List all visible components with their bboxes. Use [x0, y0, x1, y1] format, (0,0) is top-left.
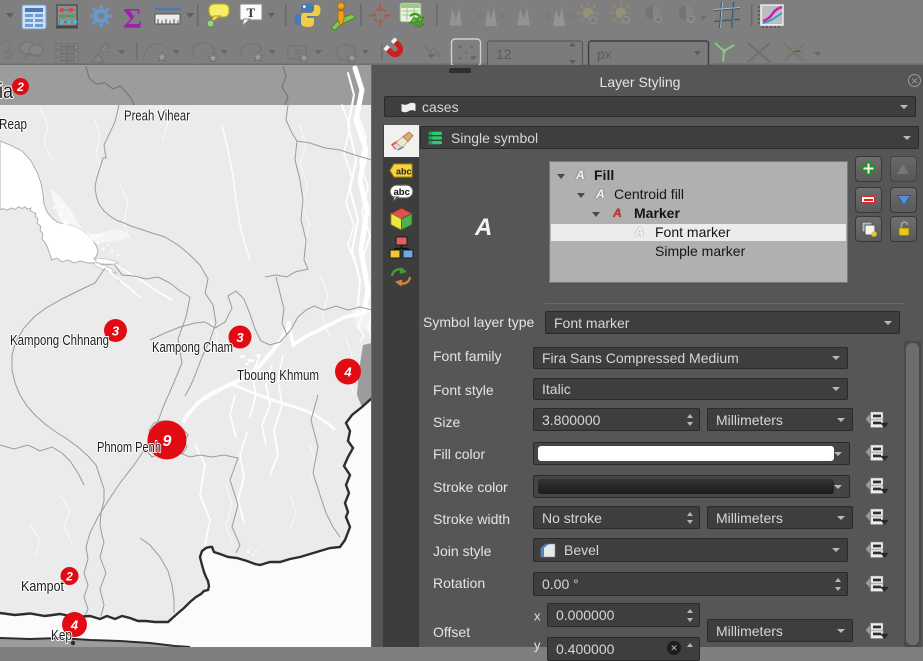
svg-text:4: 4 [343, 365, 352, 380]
svg-text:px: px [597, 46, 612, 62]
svg-text:Kep: Kep [51, 628, 72, 644]
svg-text:3: 3 [112, 324, 120, 339]
svg-text:abc: abc [396, 167, 412, 177]
svg-text:T: T [247, 5, 256, 20]
svg-text:9: 9 [163, 433, 172, 450]
svg-text:Σ: Σ [123, 3, 142, 35]
svg-text:Reap: Reap [0, 117, 27, 133]
svg-text:Kampong Cham: Kampong Cham [152, 340, 233, 356]
svg-text:Tboung Khmum: Tboung Khmum [237, 368, 319, 384]
svg-text:3: 3 [236, 330, 244, 345]
svg-text:Preah Vihear: Preah Vihear [124, 109, 190, 125]
svg-text:Kampong Chhnang: Kampong Chhnang [10, 333, 109, 349]
svg-text:Kampot: Kampot [21, 579, 64, 595]
svg-text:ia: ia [0, 80, 13, 103]
svg-text:Phnom Penh: Phnom Penh [97, 440, 161, 456]
svg-text:12: 12 [496, 46, 512, 62]
svg-text:abc: abc [394, 187, 410, 198]
svg-text:2: 2 [65, 570, 73, 584]
svg-text:2: 2 [16, 80, 24, 94]
